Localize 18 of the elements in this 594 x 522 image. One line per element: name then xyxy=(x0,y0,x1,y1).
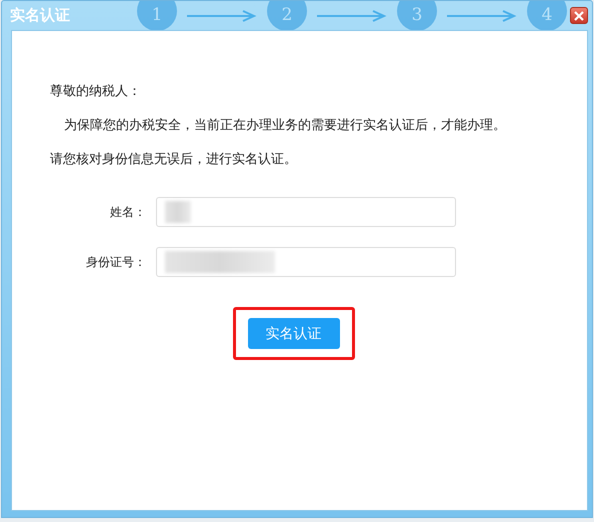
close-button[interactable] xyxy=(570,7,588,24)
field-label: 身份证号： xyxy=(85,254,147,270)
verify-button[interactable]: 实名认证 xyxy=(248,318,340,349)
window-title: 实名认证 xyxy=(10,6,70,25)
input-field[interactable] xyxy=(156,247,456,277)
arrow-icon xyxy=(447,10,517,22)
step-marker: 1 xyxy=(137,1,177,31)
notice-text: 请您核对身份信息无误后，进行实名认证。 xyxy=(50,153,298,167)
input-field[interactable] xyxy=(156,197,456,227)
step-marker: 4 xyxy=(527,1,567,31)
notice-text: 为保障您的办税安全，当前正在办理业务的需要进行实名认证后，才能办理。 xyxy=(63,119,507,133)
step-marker: 3 xyxy=(397,1,437,31)
field-label: 姓名： xyxy=(109,204,147,220)
close-icon xyxy=(574,10,584,20)
step-marker: 2 xyxy=(267,1,307,31)
arrow-icon xyxy=(317,10,387,22)
greeting-text: 尊敬的纳税人： xyxy=(50,85,142,99)
arrow-icon xyxy=(187,10,257,22)
